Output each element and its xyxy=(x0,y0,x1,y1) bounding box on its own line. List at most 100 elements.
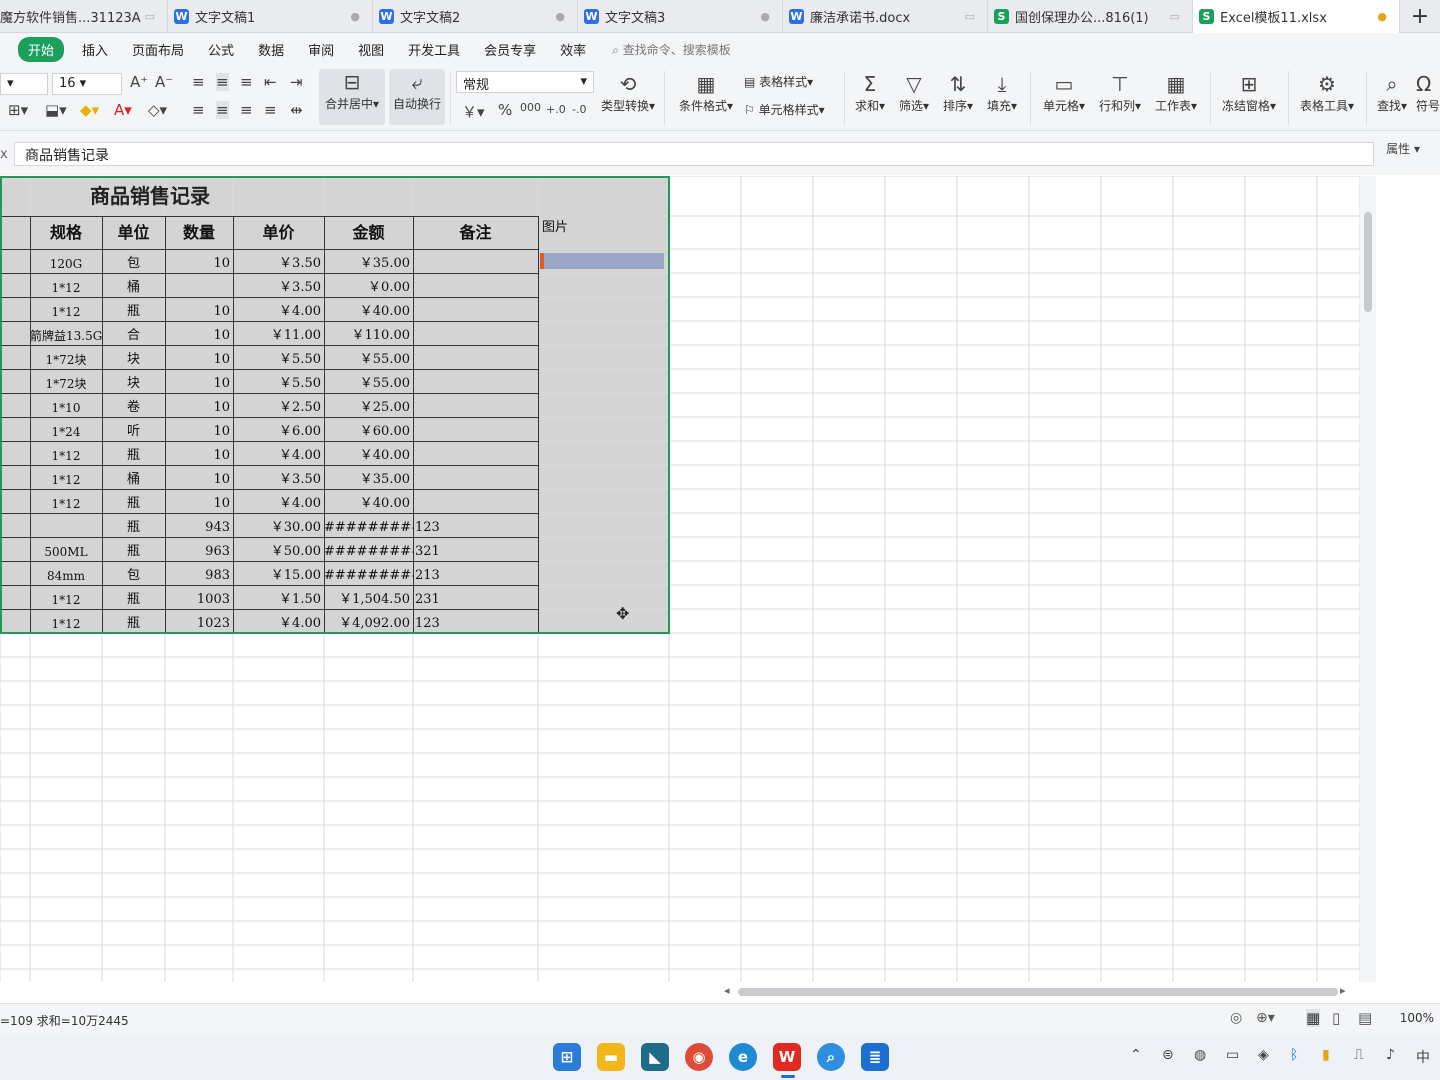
menu-review[interactable]: 审阅 xyxy=(296,40,346,59)
table-cell[interactable]: 963 xyxy=(165,537,233,561)
tab-dot-icon[interactable]: ● xyxy=(555,10,565,23)
center-view-icon[interactable]: ⊕▾ xyxy=(1256,1010,1275,1026)
clear-icon[interactable]: ◇▾ xyxy=(148,101,167,119)
table-cell[interactable]: 包 xyxy=(102,249,165,273)
worksheet-button[interactable]: ▦ 工作表▾ xyxy=(1152,71,1200,114)
table-cell[interactable]: 块 xyxy=(102,345,165,369)
bluetooth-icon[interactable]: ᛒ xyxy=(1290,1047,1298,1063)
table-cell[interactable]: 1023 xyxy=(165,609,233,633)
table-cell[interactable]: ￥4.00 xyxy=(233,297,324,321)
sheet-title-cell[interactable]: 商品销售记录 xyxy=(0,176,300,216)
table-cell[interactable]: ########## xyxy=(324,561,413,585)
menu-home[interactable]: 开始 xyxy=(18,36,65,62)
table-cell[interactable]: 10 xyxy=(165,393,233,417)
embedded-picture[interactable] xyxy=(540,253,664,269)
align-center-icon[interactable]: ≡ xyxy=(216,101,229,119)
table-cell[interactable]: ￥60.00 xyxy=(324,417,413,441)
windows-start-icon[interactable]: ⊞ xyxy=(553,1043,581,1071)
fill-color-icon[interactable]: ◆▾ xyxy=(80,101,99,119)
doc-tab-4[interactable]: W 廉洁承诺书.docx ▭ xyxy=(783,0,988,33)
table-cell[interactable]: ￥5.50 xyxy=(233,345,324,369)
table-cell[interactable]: 10 xyxy=(165,321,233,345)
tray-globe-icon[interactable]: ◍ xyxy=(1194,1047,1206,1063)
menu-insert[interactable]: 插入 xyxy=(70,40,120,59)
app-icon[interactable]: ◣ xyxy=(641,1043,669,1071)
justify-icon[interactable]: ≡ xyxy=(264,101,277,119)
symbol-button[interactable]: Ω 符号 xyxy=(1416,71,1440,114)
tray-battery-icon[interactable]: ▮ xyxy=(1322,1047,1330,1063)
scroll-left-icon[interactable]: ◂ xyxy=(724,984,730,997)
eye-protection-icon[interactable]: ◎ xyxy=(1230,1010,1242,1026)
table-cell[interactable]: 1*12 xyxy=(30,585,102,609)
increase-font-icon[interactable]: A⁺ xyxy=(130,73,148,91)
table-cell[interactable] xyxy=(413,321,538,345)
edge-icon[interactable]: e xyxy=(729,1043,757,1071)
table-cell[interactable] xyxy=(165,273,233,297)
header-cell[interactable]: 单位 xyxy=(102,216,165,249)
tab-cloud-icon[interactable]: ▭ xyxy=(965,10,975,23)
header-cell[interactable]: 规格 xyxy=(30,216,102,249)
table-style-button[interactable]: ▤ 表格样式▾ xyxy=(744,73,834,90)
horizontal-scroll-thumb[interactable] xyxy=(738,988,1338,996)
page-break-view-icon[interactable]: ▤ xyxy=(1358,1009,1372,1027)
table-cell[interactable]: 瓶 xyxy=(102,489,165,513)
table-cell[interactable]: 123 xyxy=(413,513,538,537)
distribute-icon[interactable]: ⇹ xyxy=(290,101,303,119)
table-cell[interactable]: 1*24 xyxy=(30,417,102,441)
notepad-icon[interactable]: ≣ xyxy=(861,1043,889,1071)
table-cell[interactable]: 10 xyxy=(165,441,233,465)
align-middle-icon[interactable]: ≡ xyxy=(216,73,229,91)
borders-icon[interactable]: ⊞▾ xyxy=(8,101,28,119)
table-cell[interactable]: 1003 xyxy=(165,585,233,609)
table-cell[interactable]: ￥11.00 xyxy=(233,321,324,345)
tab-dot-icon[interactable]: ● xyxy=(350,10,360,23)
table-cell[interactable]: 10 xyxy=(165,297,233,321)
freeze-panes-button[interactable]: ⊞ 冻结窗格▾ xyxy=(1218,71,1280,114)
align-right-icon[interactable]: ≡ xyxy=(240,101,253,119)
table-cell[interactable]: ########## xyxy=(324,513,413,537)
table-cell[interactable]: 1*12 xyxy=(30,441,102,465)
align-top-icon[interactable]: ≡ xyxy=(192,73,205,91)
menu-formulas[interactable]: 公式 xyxy=(196,40,246,59)
table-cell[interactable] xyxy=(413,273,538,297)
wrap-text-button[interactable]: ⤶ 自动换行 xyxy=(389,69,445,125)
table-cell[interactable]: ￥4.00 xyxy=(233,441,324,465)
table-cell[interactable]: 500ML xyxy=(30,537,102,561)
table-cell[interactable]: ￥3.50 xyxy=(233,465,324,489)
table-cell[interactable] xyxy=(413,417,538,441)
table-tools-button[interactable]: ⚙ 表格工具▾ xyxy=(1296,71,1358,114)
table-cell[interactable]: 84mm xyxy=(30,561,102,585)
table-cell[interactable]: 120G xyxy=(30,249,102,273)
table-cell[interactable]: 卷 xyxy=(102,393,165,417)
table-cell[interactable]: ￥1,504.50 xyxy=(324,585,413,609)
doc-tab-3[interactable]: W 文字文稿3 ● xyxy=(578,0,783,33)
table-cell[interactable]: 10 xyxy=(165,345,233,369)
header-cell[interactable]: 备注 xyxy=(413,216,538,249)
font-color-icon[interactable]: A▾ xyxy=(114,101,132,119)
table-cell[interactable]: ￥55.00 xyxy=(324,345,413,369)
table-cell[interactable]: 213 xyxy=(413,561,538,585)
filter-button[interactable]: ▽ 筛选▾ xyxy=(896,71,932,114)
cell-button[interactable]: ▭ 单元格▾ xyxy=(1040,71,1088,114)
merge-center-button[interactable]: ⊟ 合并居中▾ xyxy=(319,69,385,125)
table-cell[interactable]: ￥2.50 xyxy=(233,393,324,417)
table-cell[interactable]: 10 xyxy=(165,489,233,513)
table-cell[interactable]: 10 xyxy=(165,249,233,273)
menu-member[interactable]: 会员专享 xyxy=(472,40,548,59)
search-app-icon[interactable]: ⌕ xyxy=(817,1043,845,1071)
align-left-icon[interactable]: ≡ xyxy=(192,101,205,119)
scroll-right-icon[interactable]: ▸ xyxy=(1340,984,1346,997)
table-cell[interactable]: ￥15.00 xyxy=(233,561,324,585)
table-cell[interactable]: ￥4.00 xyxy=(233,489,324,513)
table-cell[interactable]: 桶 xyxy=(102,273,165,297)
tray-chevron-icon[interactable]: ⌃ xyxy=(1130,1047,1142,1063)
currency-icon[interactable]: ￥▾ xyxy=(462,101,485,122)
sort-button[interactable]: ⇅ 排序▾ xyxy=(940,71,976,114)
table-cell[interactable]: 瓶 xyxy=(102,585,165,609)
table-cell[interactable]: ￥25.00 xyxy=(324,393,413,417)
table-cell[interactable]: ￥3.50 xyxy=(233,273,324,297)
zoom-level[interactable]: 100% xyxy=(1400,1011,1434,1025)
align-bottom-icon[interactable]: ≡ xyxy=(240,73,253,91)
table-cell[interactable]: 1*12 xyxy=(30,297,102,321)
table-cell[interactable]: ￥5.50 xyxy=(233,369,324,393)
